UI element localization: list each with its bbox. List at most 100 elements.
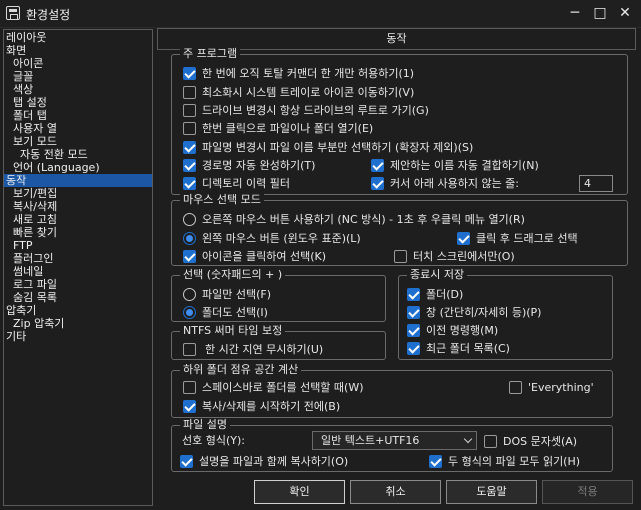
help-button[interactable]: 도움말 (446, 480, 537, 504)
checkbox-box[interactable] (183, 400, 196, 413)
group-title: 선택 (숫자패드의 + ) (180, 268, 286, 282)
checkbox-box[interactable] (371, 177, 384, 190)
close-button[interactable]: ✕ (613, 2, 637, 24)
tree-item-ftp[interactable]: FTP (4, 239, 152, 252)
tree-item-language[interactable]: 언어 (Language) (4, 161, 152, 174)
tree-item-quick-search[interactable]: 빠른 찾기 (4, 226, 152, 239)
tree-item-thumbnails[interactable]: 썸네일 (4, 265, 152, 278)
preferred-format-select[interactable]: 일반 텍스트+UTF16 (312, 431, 477, 450)
tree-item-view-edit[interactable]: 보기/편집 (4, 187, 152, 200)
tree-item-zip-packer[interactable]: Zip 압축기 (4, 317, 152, 330)
checkbox-label: 복사/삭제를 시작하기 전에(B) (202, 400, 341, 413)
tree-item-log-file[interactable]: 로그 파일 (4, 278, 152, 291)
checkbox-box[interactable] (183, 177, 196, 190)
ok-button[interactable]: 확인 (254, 480, 345, 504)
checkbox-box[interactable] (484, 435, 497, 448)
preferred-format-label: 선호 형식(Y): (182, 434, 245, 447)
checkbox-label: 경로명 자동 완성하기(T) (202, 159, 316, 172)
checkbox-box[interactable] (183, 86, 196, 99)
group-title: NTFS 써머 타임 보정 (180, 324, 286, 338)
checkbox-label: 최근 폴더 목록(C) (426, 342, 510, 355)
checkbox-label: 'Everything' (528, 381, 594, 394)
tree-item-operation[interactable]: 동작 (4, 174, 152, 187)
checkbox-label: 두 형식의 파일 모두 읽기(H) (448, 455, 581, 468)
radio-label: 오른쪽 마우스 버튼 사용하기 (NC 방식) - 1초 후 우클릭 메뉴 열기… (202, 213, 525, 226)
maximize-button[interactable]: □ (588, 2, 612, 24)
group-title: 주 프로그램 (180, 47, 241, 61)
cursor-lines-input[interactable]: 4 (579, 175, 613, 192)
checkbox-box[interactable] (183, 141, 196, 154)
tree-item-display[interactable]: 화면 (4, 44, 152, 57)
checkbox-box[interactable] (394, 250, 407, 263)
tree-item-plugins[interactable]: 플러그인 (4, 252, 152, 265)
minimize-button[interactable]: ─ (563, 2, 587, 24)
checkbox-box[interactable] (183, 104, 196, 117)
title-bar: 환경설정 ─ □ ✕ (0, 0, 641, 28)
checkbox-box[interactable] (183, 122, 196, 135)
tree-item-misc[interactable]: 기타 (4, 330, 152, 343)
radio-label: 왼쪽 마우스 버튼 (윈도우 표준)(L) (202, 232, 361, 245)
checkbox-label: 설명을 파일과 함께 복사하기(O) (199, 455, 349, 468)
checkbox-label: DOS 문자셋(A) (503, 435, 578, 448)
checkbox-label: 커서 아래 사용하지 않는 줄: (390, 177, 520, 190)
checkbox-box[interactable] (183, 67, 196, 80)
group-title: 종료시 저장 (407, 268, 468, 282)
tree-item-copy-delete[interactable]: 복사/삭제 (4, 200, 152, 213)
group-title: 파일 설명 (180, 418, 230, 432)
radio-dot[interactable] (183, 232, 196, 245)
select-value: 일반 텍스트+UTF16 (321, 434, 420, 447)
checkbox-box[interactable] (183, 159, 196, 172)
tree-item-custom-columns[interactable]: 사용자 열 (4, 122, 152, 135)
checkbox-box[interactable] (509, 381, 522, 394)
checkbox-label: 스페이스바로 폴더를 선택할 때(W) (202, 381, 364, 394)
settings-tree[interactable]: 레이아웃 화면 아이콘 글꼴 색상 탭 설정 폴더 탭 사용자 열 보기 모드 … (3, 29, 153, 506)
tree-item-icons[interactable]: 아이콘 (4, 57, 152, 70)
tree-item-auto-switch-mode[interactable]: 자동 전환 모드 (4, 148, 152, 161)
checkbox-box[interactable] (407, 342, 420, 355)
checkbox-box[interactable] (407, 324, 420, 337)
tree-item-packer[interactable]: 압축기 (4, 304, 152, 317)
cancel-button[interactable]: 취소 (350, 480, 441, 504)
checkbox-label: 아이콘을 클릭하여 선택(K) (202, 250, 326, 263)
checkbox-box[interactable] (407, 306, 420, 319)
checkbox-label: 제안하는 이름 자동 결합하기(N) (390, 159, 539, 172)
radio-dot[interactable] (183, 306, 196, 319)
checkbox-label: 최소화시 시스템 트레이로 아이콘 이동하기(V) (202, 86, 415, 99)
floppy-disk-icon (6, 6, 20, 20)
tree-item-ignore-list[interactable]: 숨김 목록 (4, 291, 152, 304)
group-title: 하위 폴더 점유 공간 계산 (180, 363, 302, 377)
chevron-down-icon (463, 434, 473, 444)
checkbox-label: 클릭 후 드래그로 선택 (476, 232, 578, 245)
apply-button[interactable]: 적용 (542, 480, 633, 504)
checkbox-box[interactable] (457, 232, 470, 245)
checkbox-box[interactable] (429, 455, 442, 468)
checkbox-box[interactable] (371, 159, 384, 172)
radio-label: 폴더도 선택(I) (202, 306, 268, 319)
tree-item-fonts[interactable]: 글꼴 (4, 70, 152, 83)
tree-item-layout[interactable]: 레이아웃 (4, 31, 152, 44)
tree-item-colors[interactable]: 색상 (4, 83, 152, 96)
tree-item-tab-settings[interactable]: 탭 설정 (4, 96, 152, 109)
checkbox-label: 파일명 변경시 파일 이름 부분만 선택하기 (확장자 제외)(S) (202, 141, 474, 154)
checkbox-label: 폴더(D) (426, 288, 464, 301)
checkbox-box[interactable] (183, 343, 196, 356)
tree-item-refresh[interactable]: 새로 고침 (4, 213, 152, 226)
group-title: 마우스 선택 모드 (180, 193, 264, 207)
tree-item-view-modes[interactable]: 보기 모드 (4, 135, 152, 148)
radio-dot[interactable] (183, 213, 196, 226)
tree-item-folder-tabs[interactable]: 폴더 탭 (4, 109, 152, 122)
checkbox-box[interactable] (183, 381, 196, 394)
checkbox-label: 창 (간단히/자세히 등)(P) (426, 306, 542, 319)
checkbox-label: 터치 스크린에서만(O) (413, 250, 515, 263)
checkbox-box[interactable] (407, 288, 420, 301)
checkbox-label: 디렉토리 이력 필터 (202, 177, 290, 190)
radio-dot[interactable] (183, 288, 196, 301)
radio-label: 파일만 선택(F) (202, 288, 272, 301)
checkbox-label: 한 번에 오직 토탈 커맨더 한 개만 허용하기(1) (202, 67, 415, 80)
checkbox-label: 드라이브 변경시 항상 드라이브의 루트로 가기(G) (202, 104, 429, 117)
checkbox-label: 한 시간 지연 무시하기(U) (205, 343, 324, 356)
checkbox-label: 이전 명령행(M) (426, 324, 499, 337)
checkbox-box[interactable] (183, 250, 196, 263)
checkbox-box[interactable] (180, 455, 193, 468)
checkbox-label: 한번 클릭으로 파일이나 폴더 열기(E) (202, 122, 374, 135)
